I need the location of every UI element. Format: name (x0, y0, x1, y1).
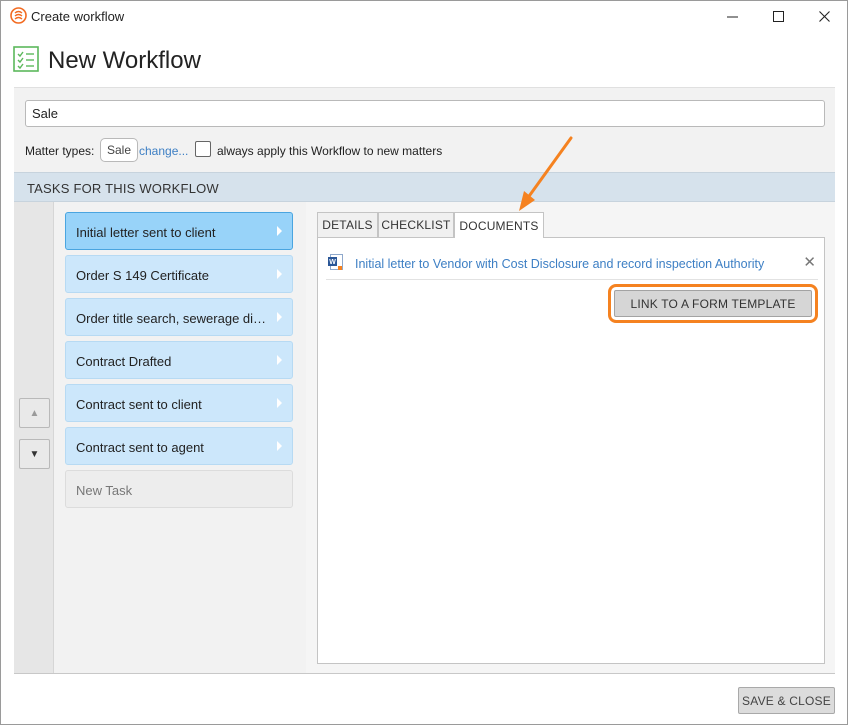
tasks-section-header: TASKS FOR THIS WORKFLOW (14, 172, 835, 202)
maximize-icon (772, 11, 784, 22)
close-icon: ✕ (803, 254, 816, 271)
change-matter-types-link[interactable]: change... (139, 144, 188, 158)
title-bar: Create workflow (1, 1, 847, 32)
chevron-right-icon (277, 226, 282, 236)
tab-documents[interactable]: DOCUMENTS (454, 212, 544, 238)
documents-panel: W Initial letter to Vendor with Cost Dis… (317, 237, 825, 664)
always-apply-label: always apply this Workflow to new matter… (217, 144, 443, 158)
chevron-right-icon (277, 312, 282, 322)
task-label: Contract Drafted (76, 354, 172, 369)
page-title: New Workflow (48, 47, 201, 74)
callout-arrow-icon (519, 136, 573, 211)
close-icon (818, 11, 830, 22)
move-up-button[interactable]: ▲ (19, 398, 50, 428)
move-down-button[interactable]: ▼ (19, 439, 50, 469)
task-item[interactable]: Order S 149 Certificate (65, 255, 293, 293)
task-label: Contract sent to agent (76, 440, 204, 455)
chevron-right-icon (277, 398, 282, 408)
task-item[interactable]: Contract sent to client (65, 384, 293, 422)
matter-types-label: Matter types: (25, 144, 95, 158)
task-label: Order title search, sewerage diagram (76, 311, 272, 326)
chevron-right-icon (277, 441, 282, 451)
reorder-column: ▲ ▼ (14, 202, 54, 673)
tab-checklist[interactable]: CHECKLIST (378, 212, 454, 237)
matter-type-chip: Sale (100, 138, 139, 162)
task-detail-area: DETAILS CHECKLIST DOCUMENTS W Initial le… (306, 202, 835, 673)
new-task-item[interactable]: New Task (65, 470, 293, 508)
maximize-button[interactable] (755, 1, 801, 32)
minimize-icon (726, 16, 738, 18)
word-document-icon: W (328, 254, 343, 270)
document-link[interactable]: Initial letter to Vendor with Cost Discl… (355, 257, 764, 271)
task-list: Initial letter sent to client Order S 14… (65, 212, 295, 513)
chevron-right-icon (277, 355, 282, 365)
tab-details[interactable]: DETAILS (317, 212, 378, 237)
chevron-right-icon (277, 269, 282, 279)
remove-document-button[interactable]: ✕ (803, 253, 816, 271)
move-up-icon: ▲ (29, 407, 40, 419)
task-item[interactable]: Contract Drafted (65, 341, 293, 379)
create-workflow-window: Create workflow New Workflow Matter type… (0, 0, 848, 725)
document-row: W Initial letter to Vendor with Cost Dis… (326, 248, 818, 280)
move-down-icon: ▼ (29, 448, 40, 460)
task-item[interactable]: Initial letter sent to client (65, 212, 293, 250)
save-and-close-button[interactable]: SAVE & CLOSE (738, 687, 835, 714)
tasks-section-title: TASKS FOR THIS WORKFLOW (27, 181, 219, 196)
smokeball-logo-icon (10, 7, 27, 24)
task-item[interactable]: Contract sent to agent (65, 427, 293, 465)
close-button[interactable] (801, 1, 847, 32)
workflow-name-input[interactable] (25, 100, 825, 127)
task-label: Initial letter sent to client (76, 225, 216, 240)
always-apply-checkbox[interactable] (195, 141, 211, 157)
task-label: Contract sent to client (76, 397, 202, 412)
window-title: Create workflow (31, 9, 125, 24)
minimize-button[interactable] (709, 1, 755, 32)
new-task-label: New Task (76, 483, 133, 498)
link-form-template-button[interactable]: LINK TO A FORM TEMPLATE (608, 284, 818, 323)
tasks-main-area: ▲ ▼ Initial letter sent to client Order … (14, 202, 835, 674)
svg-text:W: W (329, 259, 336, 266)
task-label: Order S 149 Certificate (76, 268, 209, 283)
checklist-icon (13, 46, 39, 72)
task-item[interactable]: Order title search, sewerage diagram (65, 298, 293, 336)
workflow-settings: Matter types: Sale change... always appl… (14, 87, 835, 172)
